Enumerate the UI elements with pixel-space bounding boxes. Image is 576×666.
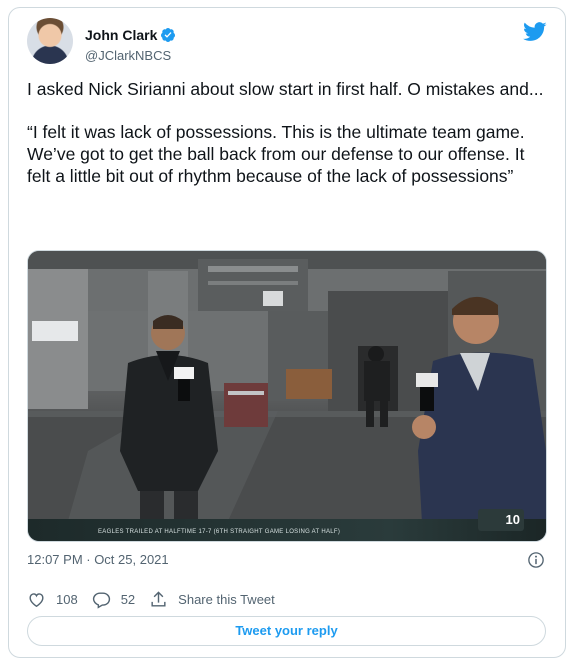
like-action[interactable]: 108 [27,590,78,609]
tweet-card[interactable]: John Clark @JClarkNBCS I asked Nick Siri… [8,7,566,658]
author-name[interactable]: John Clark [85,27,157,43]
tweet-actions: 108 52 Share this Tweet [27,588,289,610]
tweet-paragraph: I asked Nick Sirianni about slow start i… [27,79,544,99]
tweet-video[interactable]: EAGLES TRAILED AT HALFTIME 17-7 (6TH STR… [27,250,547,542]
heart-icon[interactable] [27,590,46,609]
verified-badge-icon [160,27,176,43]
twitter-bird-icon[interactable] [523,22,547,42]
channel-logo: 10 [478,509,524,531]
video-chyron: EAGLES TRAILED AT HALFTIME 17-7 (6TH STR… [28,519,546,541]
tweet-header: John Clark @JClarkNBCS [27,18,547,68]
share-label: Share this Tweet [178,591,275,607]
reply-count: 52 [120,591,136,607]
video-frame-illustration [28,251,546,541]
tweet-timestamp[interactable]: 12:07 PM · Oct 25, 2021 [27,552,169,567]
info-icon[interactable] [527,551,545,569]
share-action[interactable]: Share this Tweet [149,590,275,609]
share-icon[interactable] [149,590,168,609]
author-avatar[interactable] [27,18,73,64]
tweet-text: I asked Nick Sirianni about slow start i… [27,78,552,208]
author-handle[interactable]: @JClarkNBCS [85,48,171,63]
chyron-text: EAGLES TRAILED AT HALFTIME 17-7 (6TH STR… [98,529,341,535]
author-name-row[interactable]: John Clark [85,27,176,43]
tweet-reply-button[interactable]: Tweet your reply [27,616,546,646]
tweet-meta: 12:07 PM · Oct 25, 2021 [27,550,547,570]
reply-bubble-icon[interactable] [92,590,111,609]
reply-action[interactable]: 52 [92,590,135,609]
like-count: 108 [56,591,78,607]
tweet-paragraph: “I felt it was lack of possessions. This… [27,122,530,186]
